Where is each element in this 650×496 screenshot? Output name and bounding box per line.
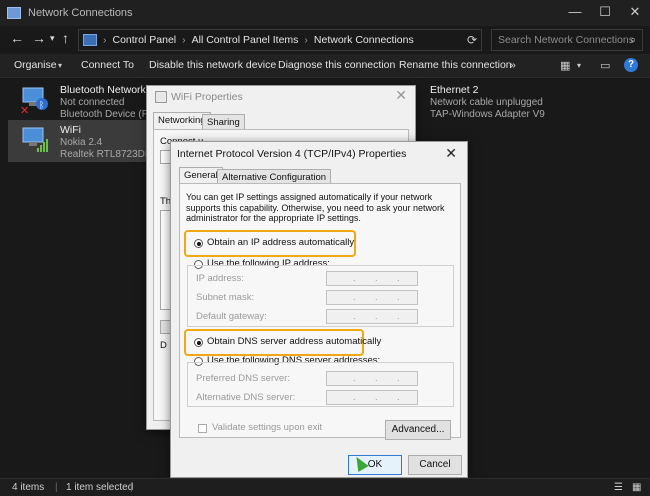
refresh-icon[interactable]: ⟳ (462, 29, 482, 51)
back-arrow-icon[interactable]: ← (10, 30, 24, 46)
details-view-icon[interactable]: ☰ (614, 482, 623, 493)
list-item-wifi[interactable]: WiFi Nokia 2.4 Realtek RTL8723DE 802.1 (8, 120, 179, 162)
organise-menu[interactable]: Organise (14, 59, 57, 71)
search-icon: ⌕ (630, 34, 636, 46)
view-chevron-icon[interactable]: ▾ (577, 61, 581, 70)
obtain-dns-label[interactable]: Obtain DNS server address automatically (207, 336, 381, 347)
crumb-all-items[interactable]: All Control Panel Items (192, 34, 299, 46)
view-options-icon[interactable]: ▦ (560, 59, 570, 72)
network-connections-window: Network Connections — ☐ ✕ ← → ▾ ↑ › Cont… (0, 0, 650, 496)
title-bar: Network Connections — ☐ ✕ (0, 0, 650, 26)
status-bar: 4 items | 1 item selected | ☰ ▦ (0, 478, 650, 496)
ipv4-properties-dialog: Internet Protocol Version 4 (TCP/IPv4) P… (170, 141, 468, 478)
close-button[interactable]: ✕ (620, 0, 650, 26)
wifi-adapter-icon (22, 127, 48, 152)
wifi-properties-icon (155, 91, 167, 103)
list-item-bluetooth[interactable]: ᛒ ✕ Bluetooth Network Cor Not connected … (8, 80, 168, 122)
command-bar: Organise ▾ Connect To Disable this netwo… (0, 54, 650, 78)
diagnose-button[interactable]: Diagnose this connection (278, 59, 395, 71)
maximize-button[interactable]: ☐ (590, 0, 620, 26)
minimize-button[interactable]: — (560, 0, 590, 26)
crumb-network-connections[interactable]: Network Connections (314, 34, 414, 46)
wifi-close-icon[interactable]: ✕ (395, 87, 407, 104)
advanced-button[interactable]: Advanced... (385, 420, 451, 440)
ipv4-dialog-title: Internet Protocol Version 4 (TCP/IPv4) P… (177, 148, 407, 160)
validate-checkbox[interactable] (198, 424, 207, 433)
subnet-mask-field: ... (326, 290, 418, 305)
preferred-dns-field: ... (326, 371, 418, 386)
ipv4-close-icon[interactable]: ✕ (445, 145, 457, 162)
alternative-dns-field: ... (326, 390, 418, 405)
disable-device-button[interactable]: Disable this network device (149, 59, 276, 71)
ip-address-field: ... (326, 271, 418, 286)
address-bar: ← → ▾ ↑ › Control Panel › All Control Pa… (0, 26, 650, 54)
help-icon[interactable]: ? (624, 58, 638, 72)
obtain-dns-radio[interactable] (194, 338, 203, 347)
preview-pane-icon[interactable]: ▭ (600, 59, 610, 72)
control-panel-icon (83, 34, 97, 46)
selected-count: 1 item selected (66, 482, 134, 493)
general-tab-panel: You can get IP settings assigned automat… (179, 183, 461, 440)
search-input[interactable]: Search Network Connections ⌕ (491, 29, 643, 51)
bluetooth-adapter-icon: ᛒ ✕ (20, 87, 48, 114)
forward-arrow-icon[interactable]: → (32, 30, 46, 46)
wifi-dialog-title: WiFi Properties (171, 91, 243, 103)
svg-text:ᛒ: ᛒ (39, 100, 44, 111)
chevron-down-icon: ▾ (58, 61, 63, 70)
breadcrumb[interactable]: › Control Panel › All Control Panel Item… (78, 29, 482, 51)
crumb-control-panel[interactable]: Control Panel (113, 34, 177, 46)
svg-text:✕: ✕ (20, 104, 29, 114)
validate-label[interactable]: Validate settings upon exit (212, 422, 322, 433)
item-count: 4 items (12, 482, 45, 493)
obtain-ip-radio[interactable] (194, 239, 203, 248)
settings-description: You can get IP settings assigned automat… (186, 192, 445, 223)
connect-to-button[interactable]: Connect To (81, 59, 134, 71)
large-icons-view-icon[interactable]: ▦ (632, 482, 641, 493)
obtain-ip-label[interactable]: Obtain an IP address automatically (207, 237, 354, 248)
network-folder-icon (7, 7, 21, 19)
cancel-button[interactable]: Cancel (408, 455, 462, 475)
up-arrow-icon[interactable]: ↑ (62, 30, 69, 46)
window-title: Network Connections (28, 7, 133, 19)
recent-chevron-icon[interactable]: ▾ (50, 33, 55, 44)
rename-button[interactable]: Rename this connection (399, 59, 512, 71)
more-commands-button[interactable]: » (510, 59, 516, 71)
default-gateway-field: ... (326, 309, 418, 324)
